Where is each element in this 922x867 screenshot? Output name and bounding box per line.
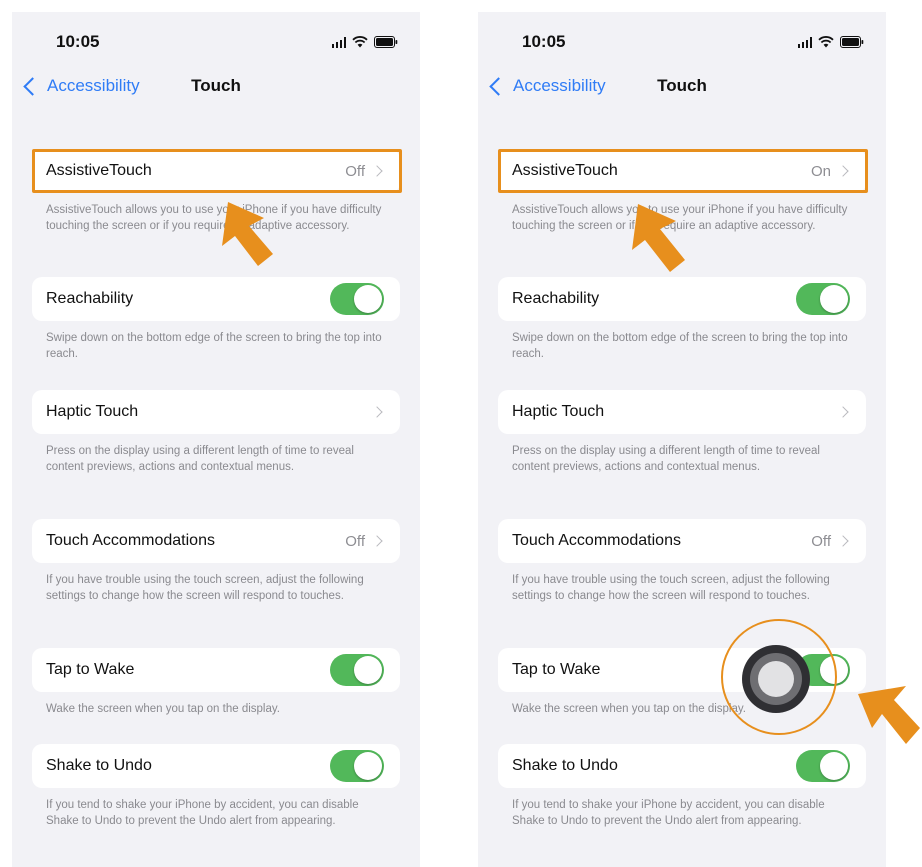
- shake-to-undo-toggle[interactable]: [330, 750, 384, 782]
- row-label: AssistiveTouch: [46, 162, 152, 179]
- phone-screen-after: 10:05 Accessibility Touch AssistiveTouch…: [478, 12, 886, 867]
- row-value: Off: [345, 532, 365, 550]
- row-label: Haptic Touch: [46, 403, 139, 420]
- row-label: Tap to Wake: [46, 661, 135, 678]
- cellular-signal-icon: [797, 36, 812, 48]
- status-time: 10:05: [56, 32, 100, 51]
- row-label: Touch Accommodations: [512, 532, 681, 549]
- navigation-bar: Accessibility Touch: [12, 72, 420, 104]
- assistivetouch-row[interactable]: AssistiveTouch On: [498, 149, 866, 193]
- status-icons: [797, 36, 865, 48]
- toggle-knob: [820, 285, 848, 313]
- row-label: Shake to Undo: [512, 757, 618, 774]
- row-label: Haptic Touch: [512, 403, 605, 420]
- cellular-signal-icon: [331, 36, 346, 48]
- chevron-right-icon: [371, 406, 383, 418]
- row-value: Off: [811, 532, 831, 550]
- wifi-icon: [818, 36, 834, 48]
- reachability-footer: Swipe down on the bottom edge of the scr…: [512, 332, 848, 360]
- toggle-knob: [354, 752, 382, 780]
- battery-icon: [840, 36, 864, 48]
- row-value: Off: [345, 162, 365, 180]
- row-value: On: [810, 162, 831, 180]
- status-bar: 10:05: [478, 12, 886, 72]
- toggle-knob: [820, 656, 848, 684]
- reachability-footer: Swipe down on the bottom edge of the scr…: [46, 332, 382, 360]
- back-button[interactable]: Accessibility: [488, 76, 606, 96]
- haptic-touch-row[interactable]: Haptic Touch: [498, 390, 866, 434]
- back-button-label: Accessibility: [47, 76, 140, 95]
- shake-to-undo-footer: If you tend to shake your iPhone by acci…: [46, 799, 359, 827]
- wifi-icon: [352, 36, 368, 48]
- row-label: Touch Accommodations: [46, 532, 215, 549]
- row-label: Reachability: [512, 290, 600, 307]
- reachability-row[interactable]: Reachability: [32, 277, 400, 321]
- tap-to-wake-footer: Wake the screen when you tap on the disp…: [46, 703, 280, 715]
- touch-accommodations-footer: If you have trouble using the touch scre…: [512, 574, 830, 602]
- assistivetouch-footer: AssistiveTouch allows you to use your iP…: [46, 204, 382, 232]
- tap-to-wake-footer: Wake the screen when you tap on the disp…: [512, 703, 746, 715]
- status-bar: 10:05: [12, 12, 420, 72]
- shake-to-undo-row[interactable]: Shake to Undo: [498, 744, 866, 788]
- chevron-right-icon: [837, 406, 849, 418]
- tap-to-wake-row[interactable]: Tap to Wake: [32, 648, 400, 692]
- reachability-toggle[interactable]: [330, 283, 384, 315]
- chevron-right-icon: [837, 535, 849, 547]
- chevron-right-icon: [371, 165, 383, 177]
- haptic-touch-row[interactable]: Haptic Touch: [32, 390, 400, 434]
- navigation-bar: Accessibility Touch: [478, 72, 886, 104]
- touch-accommodations-row[interactable]: Touch Accommodations Off: [32, 519, 400, 563]
- reachability-toggle[interactable]: [796, 283, 850, 315]
- chevron-left-icon: [23, 76, 42, 96]
- touch-accommodations-footer: If you have trouble using the touch scre…: [46, 574, 364, 602]
- toggle-knob: [354, 285, 382, 313]
- assistivetouch-button-center: [758, 661, 794, 697]
- reachability-row[interactable]: Reachability: [498, 277, 866, 321]
- shake-to-undo-footer: If you tend to shake your iPhone by acci…: [512, 799, 825, 827]
- shake-to-undo-row[interactable]: Shake to Undo: [32, 744, 400, 788]
- battery-icon: [374, 36, 398, 48]
- assistivetouch-floating-button[interactable]: [742, 645, 810, 713]
- back-button[interactable]: Accessibility: [22, 76, 140, 96]
- chevron-left-icon: [489, 76, 508, 96]
- touch-accommodations-row[interactable]: Touch Accommodations Off: [498, 519, 866, 563]
- haptic-touch-footer: Press on the display using a different l…: [512, 445, 820, 473]
- row-label: Shake to Undo: [46, 757, 152, 774]
- toggle-knob: [354, 656, 382, 684]
- assistivetouch-footer: AssistiveTouch allows you to use your iP…: [512, 204, 848, 232]
- haptic-touch-footer: Press on the display using a different l…: [46, 445, 354, 473]
- tap-to-wake-row[interactable]: Tap to Wake: [498, 648, 866, 692]
- chevron-right-icon: [837, 165, 849, 177]
- phone-screen-before: 10:05 Accessibility Touch AssistiveTouch…: [12, 12, 420, 867]
- row-label: AssistiveTouch: [512, 162, 618, 179]
- status-time: 10:05: [522, 32, 566, 51]
- back-button-label: Accessibility: [513, 76, 606, 95]
- status-icons: [331, 36, 399, 48]
- toggle-knob: [820, 752, 848, 780]
- tap-to-wake-toggle[interactable]: [330, 654, 384, 686]
- row-label: Reachability: [46, 290, 134, 307]
- shake-to-undo-toggle[interactable]: [796, 750, 850, 782]
- chevron-right-icon: [371, 535, 383, 547]
- assistivetouch-row[interactable]: AssistiveTouch Off: [32, 149, 400, 193]
